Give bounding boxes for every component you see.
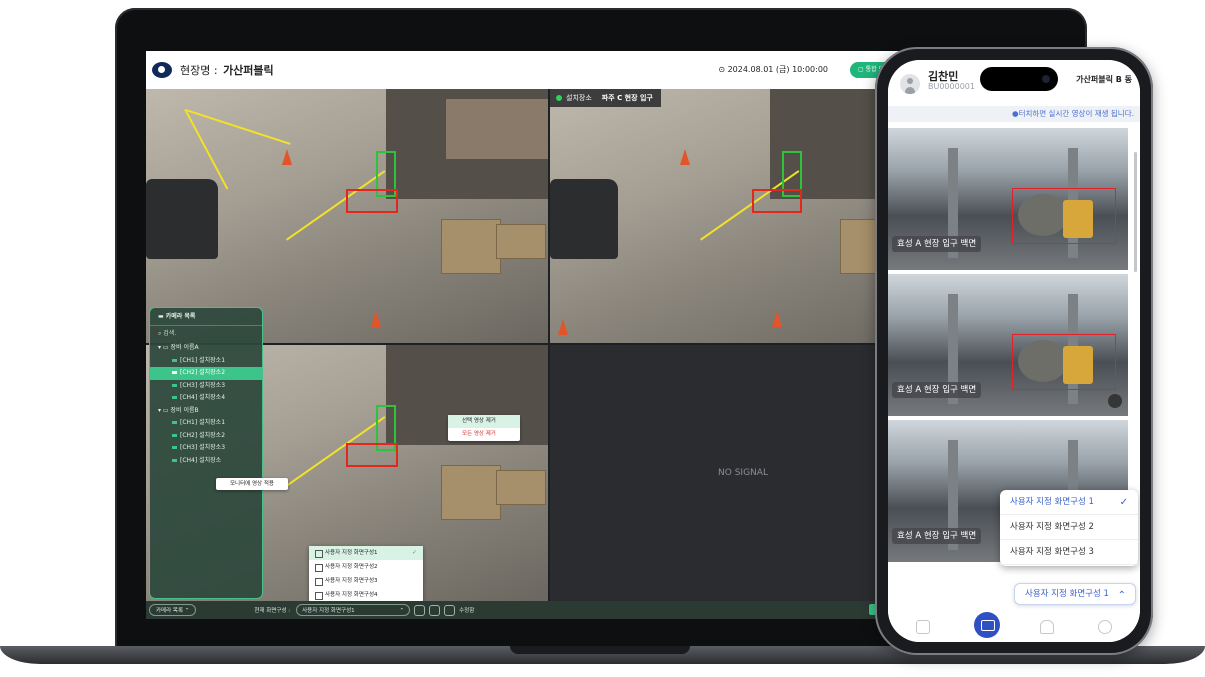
tap-hint: ●터치하면 실시간 영상이 재생 됩니다.: [888, 106, 1140, 122]
feed-label: 효성 A 현장 입구 백면: [892, 382, 982, 398]
pane-label-prefix: 설치장소: [566, 94, 592, 102]
bottom-toolbar: 카메라 목록 ⌃ 현재 화면구성 : 사용자 지정 화면구성1 수정함: [146, 601, 936, 619]
remove-selected-video[interactable]: 선택 영상 제거: [448, 415, 520, 428]
detection-box-alert: [346, 443, 398, 467]
site-name: 가산퍼블릭: [223, 64, 274, 77]
camera-item[interactable]: [CH1] 설치장소1: [150, 355, 262, 368]
laptop-notch: [510, 646, 690, 654]
monitor-icon[interactable]: [974, 612, 1000, 638]
phone-layout-menu: 사용자 지정 화면구성 1 사용자 지정 화면구성 2 사용자 지정 화면구성 …: [1000, 490, 1138, 566]
laptop-screen: 현장명 : 가산퍼블릭 ⊙ 2024.08.01 (금) 10:00:00 ▢ …: [146, 51, 936, 619]
layout-dropdown-menu: 사용자 지정 화면구성1 사용자 지정 화면구성2 사용자 지정 화면구성3 사…: [309, 546, 423, 602]
camera-item-selected[interactable]: [CH2] 설치장소2: [150, 367, 262, 380]
video-context-menu: 선택 영상 제거 모든 영상 제거: [448, 415, 520, 441]
pane-label: 설치장소 파주 C 현장 입구: [550, 89, 661, 107]
detection-box: [1012, 188, 1116, 244]
video-pane-1[interactable]: [146, 89, 548, 343]
apply-to-monitor-button[interactable]: 모니터에 영상 적용: [216, 478, 288, 490]
camera-list-title: ▬ 카메라 목록: [150, 308, 262, 326]
camera-item[interactable]: [CH3] 설치장소3: [150, 380, 262, 393]
remove-all-videos[interactable]: 모든 영상 제거: [448, 428, 520, 441]
fullscreen-icon[interactable]: [1108, 394, 1122, 408]
layout-label: 현재 화면구성 :: [254, 608, 291, 614]
camera-search-input[interactable]: ⌕ 검색.: [150, 326, 262, 342]
layout-option[interactable]: 사용자 지정 화면구성1: [309, 546, 423, 560]
camera-list-toggle[interactable]: 카메라 목록 ⌃: [149, 604, 197, 616]
feed-label: 효성 A 현장 입구 백면: [892, 528, 982, 544]
scrollbar[interactable]: [1134, 152, 1137, 272]
edit-icon[interactable]: [429, 604, 441, 616]
dynamic-island: [980, 67, 1058, 91]
camera-item[interactable]: [CH4] 설치장소4: [150, 392, 262, 405]
detection-box-alert: [346, 189, 398, 213]
bell-icon[interactable]: [1040, 620, 1054, 634]
layout-option[interactable]: 사용자 지정 화면구성 3: [1000, 540, 1138, 565]
detection-box-alert: [752, 189, 802, 213]
device-group-a[interactable]: ▾ ▭ 장비 이름A: [150, 342, 262, 355]
home-icon[interactable]: [916, 620, 930, 634]
site-title: 현장명 : 가산퍼블릭: [180, 62, 274, 78]
detection-box: [1012, 334, 1116, 390]
phone-bottom-nav: [888, 610, 1140, 642]
edit-label: 수정함: [459, 608, 475, 614]
camera-item[interactable]: [CH1] 설치장소1: [150, 417, 262, 430]
app-header: 현장명 : 가산퍼블릭 ⊙ 2024.08.01 (금) 10:00:00 ▢ …: [146, 51, 936, 89]
camera-feed-1[interactable]: 효성 A 현장 입구 백면: [888, 128, 1128, 270]
user-id: BU0000001: [928, 82, 975, 91]
live-dot-icon: [556, 95, 562, 101]
product-mockup: 현장명 : 가산퍼블릭 ⊙ 2024.08.01 (금) 10:00:00 ▢ …: [0, 0, 1205, 677]
camera-item[interactable]: [CH2] 설치장소2: [150, 430, 262, 443]
device-group-b[interactable]: ▾ ▭ 장비 이름B: [150, 405, 262, 418]
delete-icon[interactable]: [444, 604, 456, 616]
site-prefix: 현장명 :: [180, 64, 218, 77]
save-icon[interactable]: [414, 604, 426, 616]
feed-label: 효성 A 현장 입구 백면: [892, 236, 982, 252]
phone-screen: 김찬민 BU0000001 가산퍼블릭 B 동 ●터치하면 실시간 영상이 재생…: [888, 60, 1140, 642]
site-name[interactable]: 가산퍼블릭 B 동: [1076, 74, 1132, 85]
vehicle: [550, 179, 618, 259]
camera-item[interactable]: [CH4] 설치장소: [150, 455, 262, 468]
avatar: [900, 74, 920, 94]
settings-icon[interactable]: [1098, 620, 1112, 634]
datetime: ⊙ 2024.08.01 (금) 10:00:00: [718, 65, 828, 74]
layout-option[interactable]: 사용자 지정 화면구성2: [309, 560, 423, 574]
camera-feed-2[interactable]: 효성 A 현장 입구 백면: [888, 274, 1128, 416]
no-signal-text: NO SIGNAL: [718, 468, 768, 478]
logo-icon: [152, 62, 172, 78]
phone-frame: 김찬민 BU0000001 가산퍼블릭 B 동 ●터치하면 실시간 영상이 재생…: [875, 47, 1153, 655]
camera-item[interactable]: [CH3] 설치장소3: [150, 442, 262, 455]
layout-option[interactable]: 사용자 지정 화면구성4: [309, 588, 423, 602]
layout-option[interactable]: 사용자 지정 화면구성 1: [1000, 490, 1138, 515]
phone-layout-select[interactable]: 사용자 지정 화면구성 1: [1014, 583, 1136, 606]
vehicle: [146, 179, 218, 259]
pane-title: 파주 C 현장 입구: [601, 94, 653, 102]
camera-list-panel: ▬ 카메라 목록 ⌕ 검색. ▾ ▭ 장비 이름A [CH1] 설치장소1 [C…: [149, 307, 263, 599]
layout-option[interactable]: 사용자 지정 화면구성 2: [1000, 515, 1138, 540]
layout-option[interactable]: 사용자 지정 화면구성3: [309, 574, 423, 588]
layout-select[interactable]: 사용자 지정 화면구성1: [296, 604, 411, 617]
